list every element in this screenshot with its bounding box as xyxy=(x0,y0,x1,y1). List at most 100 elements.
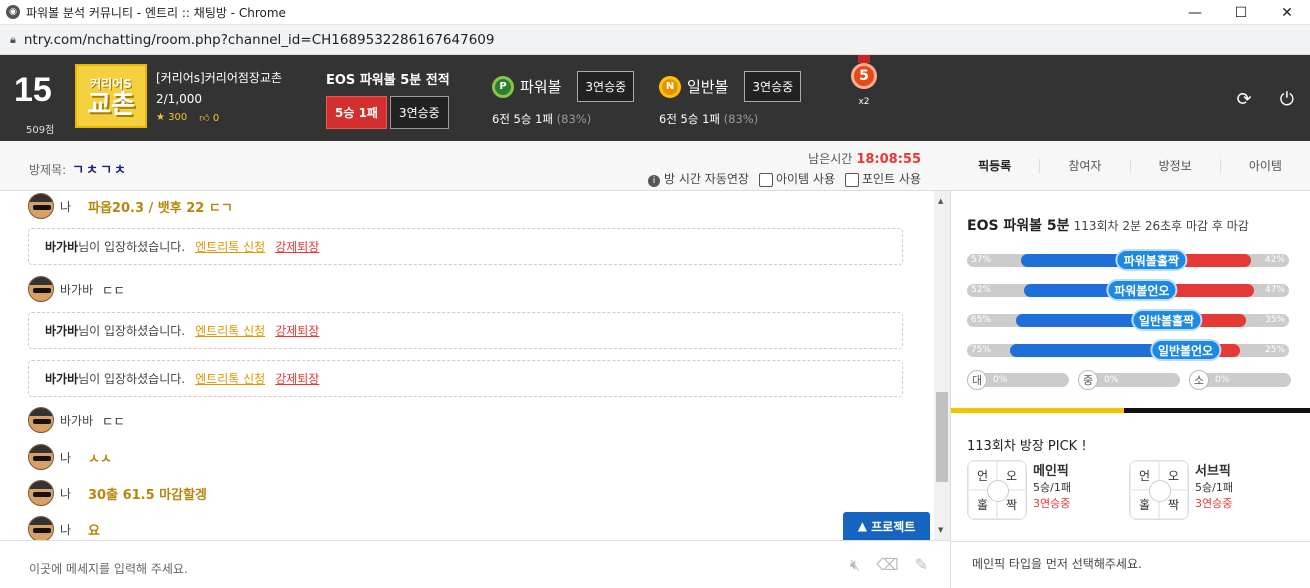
medal-badge: 5 x2 xyxy=(850,55,878,107)
window-controls: — ☐ ✕ xyxy=(1172,0,1310,25)
user-info: [커리어s]커리어점장교촌 2/1,000 ★ 300 👍︎ 0 xyxy=(156,69,282,124)
close-icon[interactable]: ✕ xyxy=(1264,0,1310,25)
bar-label: 일반볼홀짝 xyxy=(1130,309,1203,331)
point-use-option[interactable]: 포인트 사용 xyxy=(844,170,921,187)
bar-right-pct: 42% xyxy=(1264,255,1285,265)
entrytalk-link[interactable]: 엔트리톡 신청 xyxy=(195,238,265,255)
bar-left-pct: 65% xyxy=(971,315,992,325)
profile-header: 15 509점 커리어S 교촌 [커리어s]커리어점장교촌 2/1,000 ★ … xyxy=(0,55,1310,141)
vote-bar[interactable]: 65% 35% 일반볼홀짝 xyxy=(967,309,1289,331)
size-bar-medium[interactable]: 중 0% xyxy=(1078,370,1180,390)
normalball-icon: N xyxy=(659,75,681,98)
divider-fill xyxy=(951,408,1124,413)
url-text[interactable]: ntry.com/nchatting/room.php?channel_id=C… xyxy=(24,32,495,48)
point-use-checkbox[interactable] xyxy=(844,172,859,187)
magic-wand-icon[interactable]: ✎ xyxy=(915,555,928,575)
size-bar-large[interactable]: 대 0% xyxy=(967,370,1069,390)
sub-pick-record: 5승/1패 xyxy=(1195,481,1233,494)
normalball-name: 일반볼 xyxy=(687,78,729,96)
bar-right-pct: 25% xyxy=(1264,345,1285,355)
item-use-option[interactable]: 아이템 사용 xyxy=(758,170,835,187)
bar-label: 파워볼언오 xyxy=(1106,279,1178,301)
power-icon[interactable]: ⏻ xyxy=(1280,89,1294,110)
thumbs-up-icon: 👍︎ xyxy=(199,113,213,124)
tab-participants[interactable]: 참여자 xyxy=(1040,158,1131,173)
tab-pick-register[interactable]: 픽등록 xyxy=(950,158,1041,173)
entrytalk-link[interactable]: 엔트리톡 신청 xyxy=(195,322,265,339)
entrytalk-link[interactable]: 엔트리톡 신청 xyxy=(195,370,265,387)
vote-bar[interactable]: 75% 25% 일반볼언오 xyxy=(967,339,1289,361)
lock-icon: 🔒︎ xyxy=(10,32,16,46)
scroll-up-icon[interactable]: ▲ xyxy=(938,197,943,205)
scroll-thumb[interactable] xyxy=(936,392,948,482)
minimize-icon[interactable]: — xyxy=(1172,0,1218,25)
chat-text: ㄷㄷ xyxy=(102,282,126,298)
point-use-label: 포인트 사용 xyxy=(861,172,921,186)
right-tabs: 픽등록 참여자 방정보 아이템 xyxy=(950,141,1310,191)
chat-text: ㄷㄷ xyxy=(102,413,126,429)
item-use-checkbox[interactable] xyxy=(758,172,773,187)
chat-message: 나 ㅅㅅ xyxy=(28,444,112,470)
pick-center xyxy=(987,480,1009,502)
kick-link[interactable]: 강제퇴장 xyxy=(275,370,319,387)
medal-icon: 5 xyxy=(851,63,877,89)
game-name: EOS 파워볼 5분 xyxy=(967,218,1070,234)
window-title: 파워볼 분석 커뮤니티 - 엔트리 :: 채팅방 - Chrome xyxy=(26,5,286,20)
chat-message: 바가바 ㄷㄷ xyxy=(28,407,125,433)
sub-pick-title: 서브픽 xyxy=(1195,464,1231,479)
powerball-record: P 파워볼 3연승중 6전 5승 1패 (83%) xyxy=(492,71,635,127)
user-avatar xyxy=(28,276,54,302)
room-options: i방 시간 자동연장 아이템 사용 포인트 사용 xyxy=(648,170,921,187)
message-input-bar[interactable]: 이곳에 메세지를 입력해 주세요. 🔇︎ ⌫ ✎ xyxy=(0,540,950,588)
eraser-icon[interactable]: ⌫ xyxy=(876,555,899,575)
main-pick-info: 메인픽 5승/1패 3연승중 xyxy=(1033,464,1071,512)
main-pick-streak: 3연승중 xyxy=(1033,497,1071,510)
round-title: EOS 파워볼 5분 113회차 2분 26초후 마감 후 마감 xyxy=(967,215,1249,235)
scroll-down-icon[interactable]: ▼ xyxy=(938,526,943,534)
user-avatar xyxy=(28,516,54,540)
vote-bar[interactable]: 57% 42% 파워볼홀짝 xyxy=(967,249,1289,271)
room-title: 방제목: ㄱㅊㄱㅊ xyxy=(29,159,128,178)
chat-message: 바가바 ㄷㄷ xyxy=(28,276,125,302)
item-use-label: 아이템 사용 xyxy=(775,172,835,186)
avatar-line1: 커리어S xyxy=(90,76,132,91)
protect-label: 프로젝트 xyxy=(871,519,916,534)
tab-room-info[interactable]: 방정보 xyxy=(1131,158,1221,173)
size-pct: 0% xyxy=(993,375,1008,385)
chat-nick: 나 xyxy=(60,199,72,214)
auto-extend: i방 시간 자동연장 xyxy=(648,170,749,187)
user-avatar xyxy=(28,407,54,433)
tab-items[interactable]: 아이템 xyxy=(1221,159,1310,173)
like-stat: 👍︎ 0 xyxy=(199,112,219,124)
address-bar[interactable]: 🔒︎ ntry.com/nchatting/room.php?channel_i… xyxy=(0,25,1310,55)
maximize-icon[interactable]: ☐ xyxy=(1218,0,1264,25)
size-pct: 0% xyxy=(1215,375,1230,385)
main-pick-grid[interactable]: 언 오 홀 짝 xyxy=(967,460,1027,520)
size-pct: 0% xyxy=(1104,375,1119,385)
protect-button[interactable]: ▲ 프로젝트 xyxy=(843,512,930,540)
eos-streak-badge: 3연승중 xyxy=(389,96,449,129)
eos-label: EOS 파워볼 5분 전적 xyxy=(326,73,450,88)
panel-divider xyxy=(951,541,1310,542)
size-label: 대 xyxy=(967,370,987,390)
entry-notice: 바가바 님이 입장하셨습니다. 엔트리톡 신청 강제퇴장 xyxy=(28,312,903,349)
vote-bar[interactable]: 52% 47% 파워볼언오 xyxy=(967,279,1289,301)
room-subheader: 방제목: ㄱㅊㄱㅊ 남은시간 18:08:55 i방 시간 자동연장 아이템 사용 … xyxy=(0,141,950,191)
notice-text: 님이 입장하셨습니다. xyxy=(78,324,186,338)
notice-user: 바가바 xyxy=(45,372,79,386)
notice-text: 님이 입장하셨습니다. xyxy=(78,240,186,254)
chat-scrollbar[interactable]: ▲ ▼ xyxy=(934,191,950,540)
pick-title: 113회차 방장 PICK ! xyxy=(967,439,1087,454)
sub-pick-grid[interactable]: 언 오 홀 짝 xyxy=(1129,460,1189,520)
pick-panel: EOS 파워볼 5분 113회차 2분 26초후 마감 후 마감 57% 42% … xyxy=(950,191,1310,588)
mute-icon[interactable]: 🔇︎ xyxy=(850,555,860,575)
kick-link[interactable]: 강제퇴장 xyxy=(275,322,319,339)
message-input[interactable]: 이곳에 메세지를 입력해 주세요. xyxy=(29,560,188,577)
chat-nick: 나 xyxy=(60,486,72,501)
chat-message: 나 요 xyxy=(28,516,100,540)
chat-log: 나 파옵20.3 / 뱃후 22 ㄷㄱ 바가바 님이 입장하셨습니다. 엔트리톡 … xyxy=(0,191,934,540)
kick-link[interactable]: 강제퇴장 xyxy=(275,238,319,255)
refresh-icon[interactable]: ⟳ xyxy=(1237,89,1252,110)
size-bar-small[interactable]: 소 0% xyxy=(1189,370,1291,390)
rank-number: 15 xyxy=(14,71,52,109)
